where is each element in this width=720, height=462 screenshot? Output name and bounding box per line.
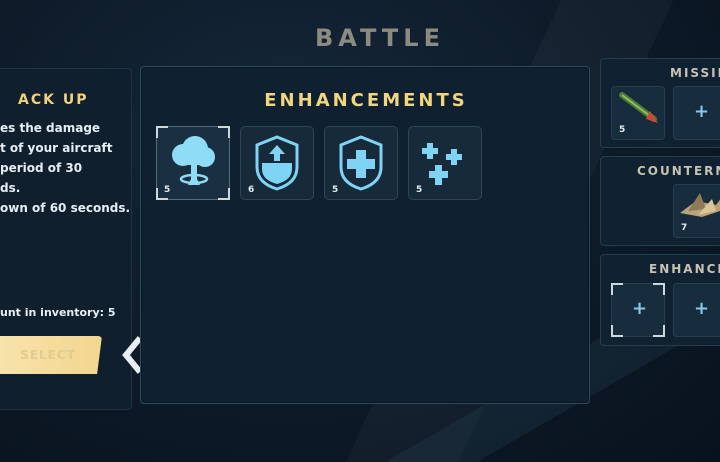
shield-plus-icon [339,135,383,191]
shield-cloud-icon [172,136,215,185]
item-count: 5 [164,185,171,195]
countermeasure-slot[interactable]: 7 [673,184,720,238]
chaff-icon [680,193,720,217]
select-button-label: SELECT [20,348,76,362]
missile-slot[interactable]: 5 [611,86,665,140]
item-description-line: t of your aircraft [0,141,113,155]
item-count: 7 [681,223,688,233]
add-icon: + [694,101,710,122]
selection-corner [611,283,623,295]
selection-corner [653,283,665,295]
enhancement-slot[interactable]: + [673,283,720,337]
item-detail-title: ACK UP [18,92,89,108]
enhancement-tile-repair-plus[interactable]: 5 [408,126,482,200]
item-description-line: own of 60 seconds. [0,201,131,215]
armor-up-icon [255,135,299,191]
enhancements-title: ENHANCEMENTS [264,90,468,111]
enhancement-tile-shield-cloud[interactable]: 5 [156,126,230,200]
missile-icon [619,92,658,123]
item-count: 6 [248,185,255,195]
add-icon: + [694,298,710,319]
missile-loadout-title: MISSILE [670,66,720,80]
enhancement-loadout-title: ENHANCEM [649,262,720,276]
item-description-line: es the damage [0,121,101,135]
selection-corner [653,325,665,337]
add-icon: + [632,298,648,319]
item-count: 5 [619,125,626,135]
item-count: 5 [332,185,339,195]
inventory-count-text: unt in inventory: 5 [0,306,116,319]
selection-corner [611,325,623,337]
item-description-line: period of 30 [0,161,83,175]
enhancement-tile-armor-up[interactable]: 6 [240,126,314,200]
enhancement-tile-shield-plus[interactable]: 5 [324,126,398,200]
enhancement-slot-selected[interactable]: + [611,283,665,337]
repair-plus-icon [422,143,462,185]
screen-title: BATTLE [315,24,445,52]
select-button[interactable]: SELECT [0,336,102,374]
enhancements-panel [140,66,590,404]
missile-add-slot[interactable]: + [673,86,720,140]
item-description-line: ds. [0,181,21,195]
countermeasure-loadout-title: COUNTERMEA [637,164,720,178]
item-count: 5 [416,185,423,195]
